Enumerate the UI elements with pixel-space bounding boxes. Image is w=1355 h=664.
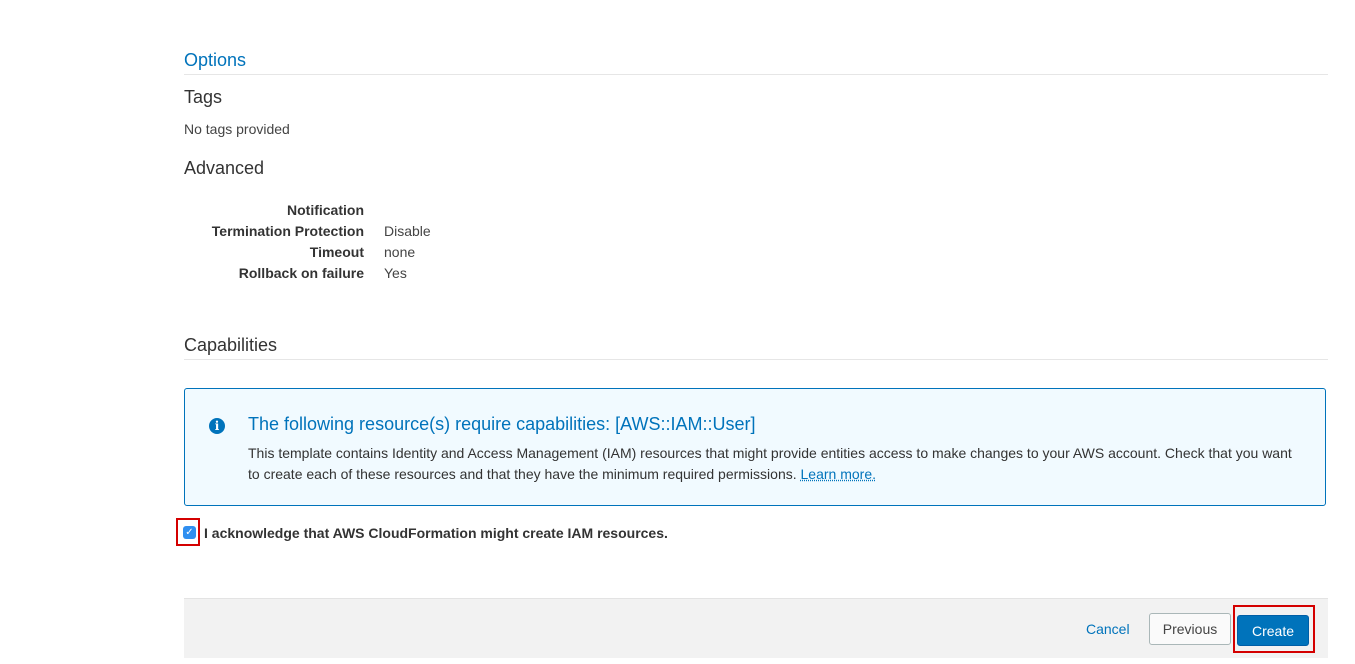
advanced-settings-list: Notification Termination Protection Disa… — [184, 200, 484, 284]
advanced-value: Yes — [384, 265, 407, 281]
capabilities-heading: Capabilities — [184, 335, 278, 355]
acknowledge-highlight: ✓ — [176, 518, 200, 546]
info-alert-text: This template contains Identity and Acce… — [248, 445, 1292, 482]
capabilities-info-alert: i The following resource(s) require capa… — [184, 388, 1326, 506]
options-section-link[interactable]: Options — [184, 50, 246, 71]
acknowledge-checkbox[interactable]: ✓ — [183, 526, 196, 539]
advanced-value: none — [384, 244, 416, 260]
advanced-heading: Advanced — [184, 158, 265, 178]
advanced-key: Notification — [287, 202, 364, 218]
create-highlight: Create — [1233, 605, 1315, 653]
tags-empty-text: No tags provided — [184, 121, 290, 137]
advanced-value: Disable — [384, 223, 431, 239]
advanced-row-termination-protection: Termination Protection Disable — [184, 221, 484, 242]
info-alert-body: This template contains Identity and Acce… — [248, 443, 1298, 485]
options-divider — [184, 74, 1328, 75]
learn-more-link[interactable]: Learn more. — [801, 466, 876, 482]
advanced-key: Rollback on failure — [238, 265, 364, 281]
advanced-row-rollback: Rollback on failure Yes — [184, 263, 484, 284]
cancel-button[interactable]: Cancel — [1086, 621, 1130, 637]
info-alert-title: The following resource(s) require capabi… — [248, 414, 756, 434]
advanced-row-notification: Notification — [184, 200, 484, 221]
previous-button[interactable]: Previous — [1149, 613, 1231, 645]
advanced-key: Termination Protection — [211, 223, 364, 239]
advanced-key: Timeout — [309, 244, 364, 260]
create-button[interactable]: Create — [1237, 615, 1309, 646]
advanced-row-timeout: Timeout none — [184, 242, 484, 263]
review-page: Options Tags No tags provided Advanced N… — [0, 0, 1355, 664]
info-icon: i — [209, 418, 225, 434]
capabilities-divider — [184, 359, 1328, 360]
wizard-footer: Cancel Previous Create — [184, 598, 1328, 658]
tags-heading: Tags — [184, 87, 223, 107]
acknowledge-label[interactable]: I acknowledge that AWS CloudFormation mi… — [204, 525, 668, 541]
